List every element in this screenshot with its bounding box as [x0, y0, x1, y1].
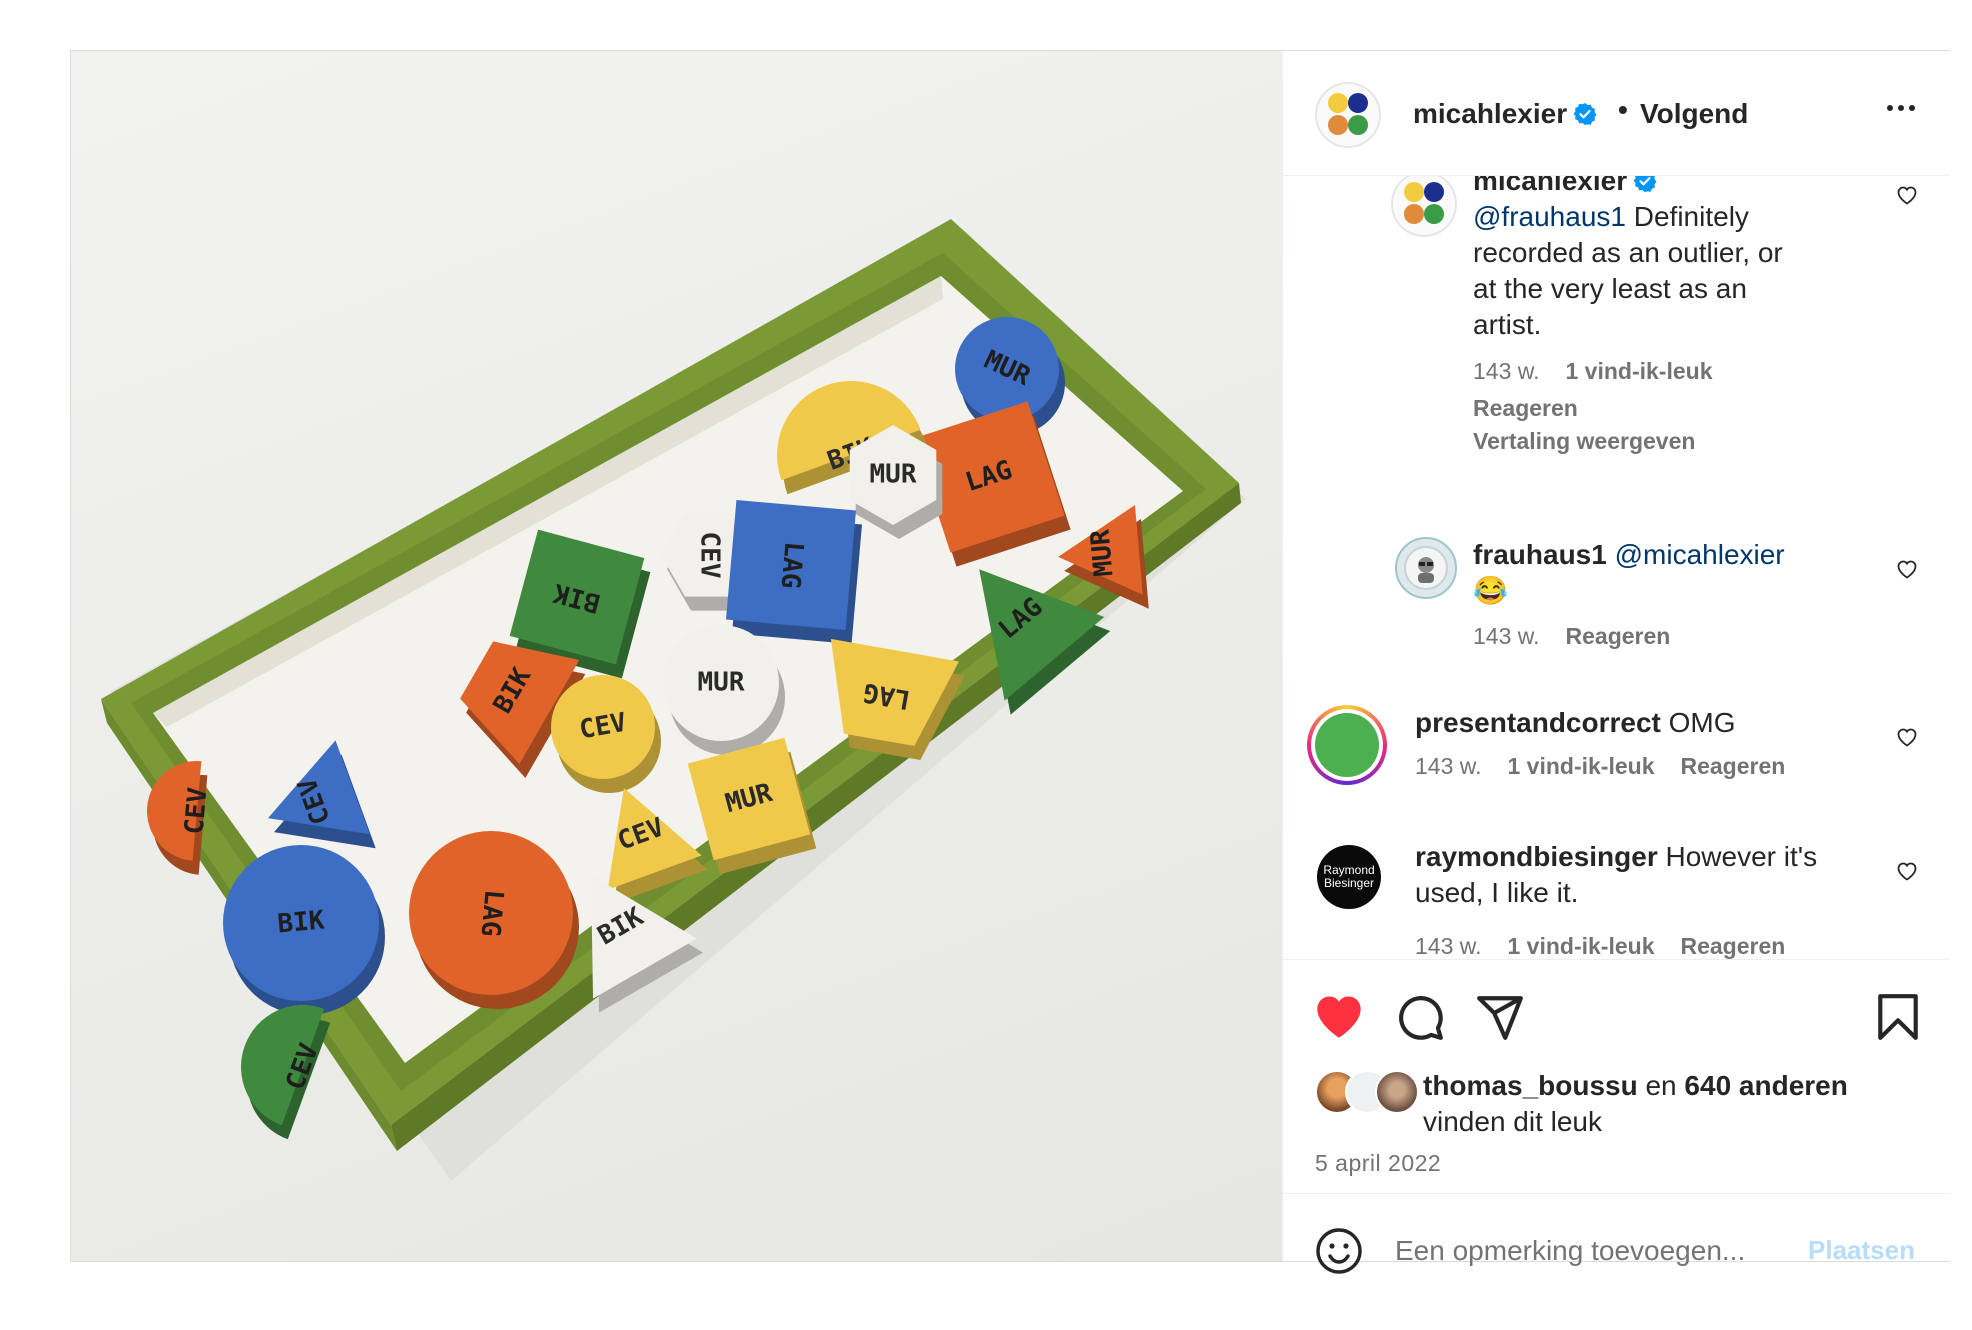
- commenter-avatar[interactable]: [1391, 175, 1457, 237]
- comment-icon[interactable]: [1395, 992, 1445, 1042]
- comment-like-heart-icon[interactable]: [1895, 859, 1919, 883]
- comment-reply-row: Reageren: [1473, 395, 1578, 422]
- avatar-text-line: Biesinger: [1323, 876, 1375, 890]
- post-header: micahlexier • Volgend: [1283, 51, 1950, 176]
- piece-label: CEV: [695, 532, 725, 579]
- comment-time[interactable]: 143 w.: [1473, 623, 1540, 650]
- comment-text-line: recorded as an outlier, or: [1473, 237, 1783, 268]
- avatar-dot: [1328, 93, 1348, 113]
- liker-username[interactable]: thomas_boussu: [1423, 1070, 1638, 1101]
- comment-emoji: 😂: [1473, 575, 1508, 606]
- avatar-dot: [1404, 204, 1424, 224]
- translate-button[interactable]: Vertaling weergeven: [1473, 428, 1695, 455]
- author-username-text[interactable]: micahlexier: [1413, 98, 1567, 129]
- comment-body: presentandcorrect OMG: [1415, 705, 1885, 741]
- verified-badge-icon: [1633, 175, 1657, 192]
- commenter-avatar[interactable]: [1395, 537, 1457, 599]
- comment-meta: 143 w. Reageren: [1473, 623, 1670, 650]
- commenter-avatar[interactable]: Raymond Biesinger: [1317, 845, 1381, 909]
- frauhaus-avatar-icon: [1404, 546, 1448, 590]
- instagram-post: MURLAGBIKMURCEVLAGMURLAGBIKBIKMURLAGCEVC…: [70, 50, 1950, 1277]
- comment-like-heart-icon[interactable]: [1895, 725, 1919, 749]
- piece-label: CEV: [180, 786, 214, 835]
- avatar-dot: [1424, 204, 1444, 224]
- comment-meta: 143 w. 1 vind-ik-leuk Reageren: [1415, 933, 1785, 959]
- save-bookmark-icon[interactable]: [1875, 992, 1921, 1042]
- comment-username[interactable]: frauhaus1: [1473, 539, 1607, 570]
- piece-label: LAG: [475, 888, 509, 937]
- comment-body: frauhaus1 @micahlexier 😂: [1473, 537, 1903, 609]
- more-dot: [1887, 105, 1893, 111]
- post-actions: thomas_boussu en 640 anderen vinden dit …: [1283, 959, 1950, 1198]
- likes-summary: thomas_boussu en 640 anderen vinden dit …: [1423, 1068, 1848, 1140]
- comment-text-line: However it's: [1665, 841, 1818, 872]
- comment-reply-button[interactable]: Reageren: [1566, 623, 1671, 650]
- comment-text: OMG: [1668, 707, 1736, 738]
- comment-reply-button[interactable]: Reageren: [1680, 753, 1785, 780]
- comment-like-heart-icon[interactable]: [1895, 183, 1919, 207]
- comment-meta: 143 w. 1 vind-ik-leuk Reageren: [1415, 753, 1785, 780]
- avatar-dot: [1328, 115, 1348, 135]
- comment-time[interactable]: 143 w.: [1473, 358, 1540, 385]
- comment-translate-row: Vertaling weergeven: [1473, 428, 1695, 455]
- commenter-avatar-story-ring[interactable]: [1307, 705, 1387, 785]
- likers-avatars[interactable]: [1315, 1070, 1425, 1114]
- liked-heart-icon[interactable]: [1313, 992, 1365, 1040]
- comment-text-line: at the very least as an: [1473, 273, 1747, 304]
- post-sidebar: micahlexier • Volgend micahlexier @frauh…: [1282, 51, 1950, 1277]
- comment-meta: 143 w. 1 vind-ik-leuk: [1473, 358, 1712, 385]
- avatar-dot: [1348, 115, 1368, 135]
- comment-reply-button[interactable]: Reageren: [1680, 933, 1785, 959]
- comment-input[interactable]: [1393, 1225, 1777, 1277]
- comment-mention[interactable]: @frauhaus1: [1473, 201, 1626, 232]
- comment-like-heart-icon[interactable]: [1895, 557, 1919, 581]
- wooden-piece-square: LAG: [725, 499, 863, 645]
- comment-likes[interactable]: 1 vind-ik-leuk: [1566, 358, 1713, 385]
- avatar-dot: [1424, 182, 1444, 202]
- comment-time[interactable]: 143 w.: [1415, 933, 1482, 959]
- piece-label: LAG: [775, 540, 809, 589]
- comment-time[interactable]: 143 w.: [1415, 753, 1482, 780]
- comment-likes[interactable]: 1 vind-ik-leuk: [1508, 753, 1655, 780]
- comments-list[interactable]: micahlexier @frauhaus1 Definitely record…: [1283, 175, 1950, 959]
- likes-suffix: vinden dit leuk: [1423, 1106, 1603, 1137]
- likes-count[interactable]: 640 anderen: [1684, 1070, 1847, 1101]
- comment-body: micahlexier @frauhaus1 Definitely record…: [1473, 175, 1893, 343]
- verified-badge-icon: [1573, 103, 1597, 125]
- piece-label: MUR: [698, 668, 745, 698]
- wooden-piece-semicircle: CEV: [241, 1005, 331, 1140]
- comment-body: raymondbiesinger However it's used, I li…: [1415, 839, 1885, 911]
- more-dot: [1909, 105, 1915, 111]
- wooden-shapes-box-image: MURLAGBIKMURCEVLAGMURLAGBIKBIKMURLAGCEVC…: [101, 219, 1246, 1181]
- likes-joiner: en: [1645, 1070, 1677, 1101]
- following-button[interactable]: Volgend: [1640, 98, 1748, 130]
- add-comment-bar: Plaatsen: [1283, 1193, 1950, 1277]
- post-comment-button[interactable]: Plaatsen: [1808, 1235, 1915, 1266]
- comment-reply-button[interactable]: Reageren: [1473, 395, 1578, 422]
- comment-mention[interactable]: @micahlexier: [1615, 539, 1785, 570]
- more-dot: [1898, 105, 1904, 111]
- comment-username[interactable]: micahlexier: [1473, 175, 1627, 196]
- author-username[interactable]: micahlexier: [1413, 98, 1597, 130]
- comment-text-line: Definitely: [1633, 201, 1749, 232]
- piece-label: MUR: [1085, 528, 1119, 578]
- comment-text-line: artist.: [1473, 309, 1542, 340]
- emoji-icon[interactable]: [1315, 1227, 1363, 1275]
- author-avatar[interactable]: [1315, 82, 1381, 148]
- commenter-avatar: [1315, 713, 1379, 777]
- avatar-dot: [1404, 182, 1424, 202]
- share-icon[interactable]: [1475, 992, 1525, 1042]
- comment-likes[interactable]: 1 vind-ik-leuk: [1508, 933, 1655, 959]
- liker-avatar: [1375, 1070, 1419, 1114]
- more-options-icon[interactable]: [1887, 105, 1915, 111]
- comment-username[interactable]: presentandcorrect: [1415, 707, 1661, 738]
- piece-label: MUR: [870, 460, 917, 490]
- header-separator: •: [1618, 94, 1628, 125]
- piece-label: BIK: [276, 905, 326, 939]
- comment-username[interactable]: raymondbiesinger: [1415, 841, 1658, 872]
- avatar-dot: [1348, 93, 1368, 113]
- post-date[interactable]: 5 april 2022: [1315, 1150, 1441, 1177]
- comment-text-line: used, I like it.: [1415, 877, 1579, 908]
- post-photo[interactable]: MURLAGBIKMURCEVLAGMURLAGBIKBIKMURLAGCEVC…: [71, 51, 1282, 1261]
